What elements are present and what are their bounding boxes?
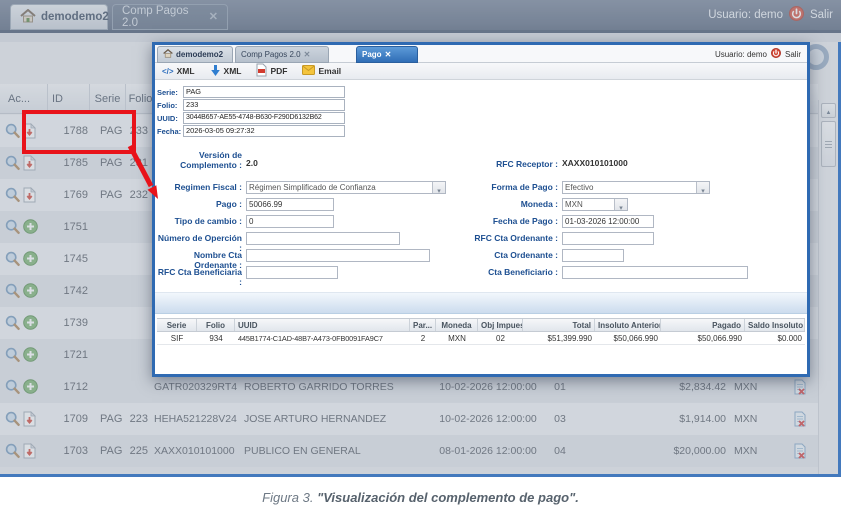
uuid-value[interactable]: 3044B657-AE55-4748-B630-F290D6132B62 — [183, 112, 345, 124]
user-label: Usuario: demo — [715, 50, 767, 59]
cell-saldo-insoluto: $0.000 — [745, 332, 805, 344]
home-icon — [163, 49, 173, 60]
tab-label: demodemo2 — [176, 50, 223, 59]
tab-label: Pago — [362, 50, 382, 59]
view-xml-button[interactable]: XML — [162, 66, 195, 76]
modal-user-area: Usuario: demo Salir — [715, 45, 801, 63]
col-total[interactable]: Total — [523, 319, 595, 331]
window-border-bottom — [0, 474, 841, 477]
email-button[interactable]: Email — [302, 65, 341, 77]
pago-label: Pago : — [155, 200, 242, 210]
serie-value[interactable]: PAG — [183, 86, 345, 98]
col-parcialidad[interactable]: Par... — [410, 319, 436, 331]
modal-toolbar: XML XML PDF Email — [155, 63, 807, 80]
nombre-cta-ordenante-input[interactable] — [246, 249, 430, 262]
email-icon — [302, 65, 315, 77]
modal-tab-pago[interactable]: Pago ✕ — [356, 46, 418, 63]
rfc-cta-ordenante-label: RFC Cta Ordenante : — [405, 234, 558, 244]
cell-obj-impuesto: 02 — [478, 332, 523, 344]
detail-table-header: Serie Folio UUID Par... Moneda Obj Impue… — [157, 318, 805, 332]
figure-caption: Figura 3. "Visualización del complemento… — [0, 490, 841, 505]
modal-tabbar: demodemo2 Comp Pagos 2.0 ✕ Pago ✕ Usuari… — [155, 45, 807, 63]
cta-beneficiario-label: Cta Beneficiario : — [405, 268, 558, 278]
tipo-cambio-input[interactable] — [246, 215, 334, 228]
field-serie: Serie: PAG — [155, 86, 355, 99]
cell-moneda: MXN — [436, 332, 478, 344]
col-saldo-insoluto[interactable]: Saldo Insoluto — [745, 319, 805, 331]
field-uuid: UUID: 3044B657-AE55-4748-B630-F290D6132B… — [155, 112, 355, 125]
col-folio[interactable]: Folio — [197, 319, 235, 331]
pago-input[interactable] — [246, 198, 334, 211]
cell-pagado: $50,066.990 — [661, 332, 745, 344]
chevron-down-icon — [614, 199, 627, 210]
moneda-label: Moneda : — [405, 200, 558, 210]
caption-title: "Visualización del complemento de pago". — [317, 490, 579, 505]
regimen-fiscal-label: Regimen Fiscal : — [155, 183, 242, 193]
modal-body: Serie: PAG Folio: 233 UUID: 3044B657-AE5… — [155, 80, 807, 374]
cell-folio: 934 — [197, 332, 235, 344]
modal-tab-home[interactable]: demodemo2 — [157, 46, 233, 63]
version-complemento-value: 2.0 — [246, 158, 258, 168]
forma-pago-select[interactable]: Efectivo — [562, 181, 710, 194]
rfc-receptor-label: RFC Receptor : — [405, 160, 558, 170]
moneda-select[interactable]: MXN — [562, 198, 628, 211]
pdf-button[interactable]: PDF — [256, 63, 287, 79]
field-fecha: Fecha: 2026-03-05 09:27:32 — [155, 125, 355, 138]
col-moneda[interactable]: Moneda — [436, 319, 478, 331]
tab-label: Comp Pagos 2.0 — [241, 50, 301, 59]
col-obj-impuesto[interactable]: Obj Impuesto — [478, 319, 523, 331]
field-label: Serie: — [157, 86, 184, 99]
col-insoluto-anterior[interactable]: Insoluto Anterior — [595, 319, 661, 331]
detail-table-row[interactable]: SIF 934 445B1774-C1AD-48B7-A473-0FB0091F… — [157, 332, 805, 345]
close-icon[interactable]: ✕ — [385, 51, 392, 59]
fecha-pago-label: Fecha de Pago : — [405, 217, 558, 227]
screenshot: demodemo2 Comp Pagos 2.0 ✕ Usuario: demo… — [0, 0, 841, 526]
pdf-icon — [256, 63, 267, 79]
forma-pago-label: Forma de Pago : — [405, 183, 558, 193]
xml-code-icon — [162, 66, 174, 76]
cta-beneficiario-input[interactable] — [562, 266, 748, 279]
cell-uuid: 445B1774-C1AD-48B7-A473-0FB0091FA9C7 — [235, 332, 410, 344]
rfc-cta-beneficiaria-input[interactable] — [246, 266, 338, 279]
cell-insoluto-anterior: $50,066.990 — [595, 332, 661, 344]
field-label: UUID: — [157, 112, 184, 125]
version-complemento-label: Versión de Complemento : — [155, 151, 242, 171]
caption-prefix: Figura 3. — [262, 490, 317, 505]
panel-separator — [155, 292, 807, 314]
field-label: Folio: — [157, 99, 184, 112]
cta-ordenante-input[interactable] — [562, 249, 624, 262]
rfc-cta-ordenante-input[interactable] — [562, 232, 654, 245]
cell-serie: SIF — [157, 332, 197, 344]
pago-detail-window: demodemo2 Comp Pagos 2.0 ✕ Pago ✕ Usuari… — [152, 42, 810, 377]
field-label: Fecha: — [157, 125, 184, 138]
field-folio: Folio: 233 — [155, 99, 355, 112]
fecha-value[interactable]: 2026-03-05 09:27:32 — [183, 125, 345, 137]
close-icon[interactable]: ✕ — [304, 51, 311, 59]
col-pagado[interactable]: Pagado — [661, 319, 745, 331]
col-uuid[interactable]: UUID — [235, 319, 410, 331]
download-xml-button[interactable]: XML — [210, 64, 242, 79]
cell-parcialidad: 2 — [410, 332, 436, 344]
power-icon[interactable] — [771, 48, 781, 60]
cta-ordenante-label: Cta Ordenante : — [405, 251, 558, 261]
tipo-cambio-label: Tipo de cambio : — [155, 217, 242, 227]
cell-total: $51,399.990 — [523, 332, 595, 344]
fecha-pago-input[interactable] — [562, 215, 654, 228]
col-serie[interactable]: Serie — [157, 319, 197, 331]
rfc-cta-beneficiaria-label: RFC Cta Beneficiaria : — [155, 268, 242, 288]
chevron-down-icon — [696, 182, 709, 193]
numero-operacion-input[interactable] — [246, 232, 400, 245]
download-arrow-icon — [210, 64, 221, 79]
modal-tab-comp-pagos[interactable]: Comp Pagos 2.0 ✕ — [235, 46, 329, 63]
documentos-relacionados-table: Serie Folio UUID Par... Moneda Obj Impue… — [157, 318, 805, 345]
folio-value[interactable]: 233 — [183, 99, 345, 111]
logout-button[interactable]: Salir — [785, 50, 801, 59]
rfc-receptor-value: XAXX010101000 — [562, 158, 628, 168]
